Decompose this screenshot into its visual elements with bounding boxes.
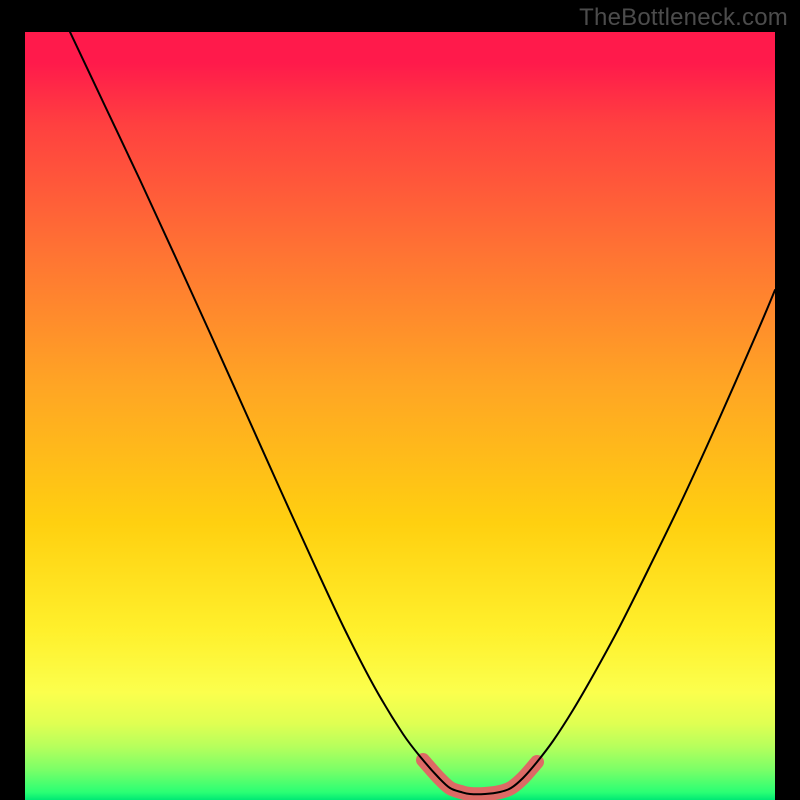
plot-area bbox=[25, 32, 775, 800]
watermark-text: TheBottleneck.com bbox=[579, 4, 788, 32]
bottleneck-curve bbox=[70, 32, 775, 794]
chart-frame: TheBottleneck.com bbox=[0, 0, 800, 800]
optimal-band bbox=[423, 760, 537, 794]
curve-svg bbox=[25, 32, 775, 800]
